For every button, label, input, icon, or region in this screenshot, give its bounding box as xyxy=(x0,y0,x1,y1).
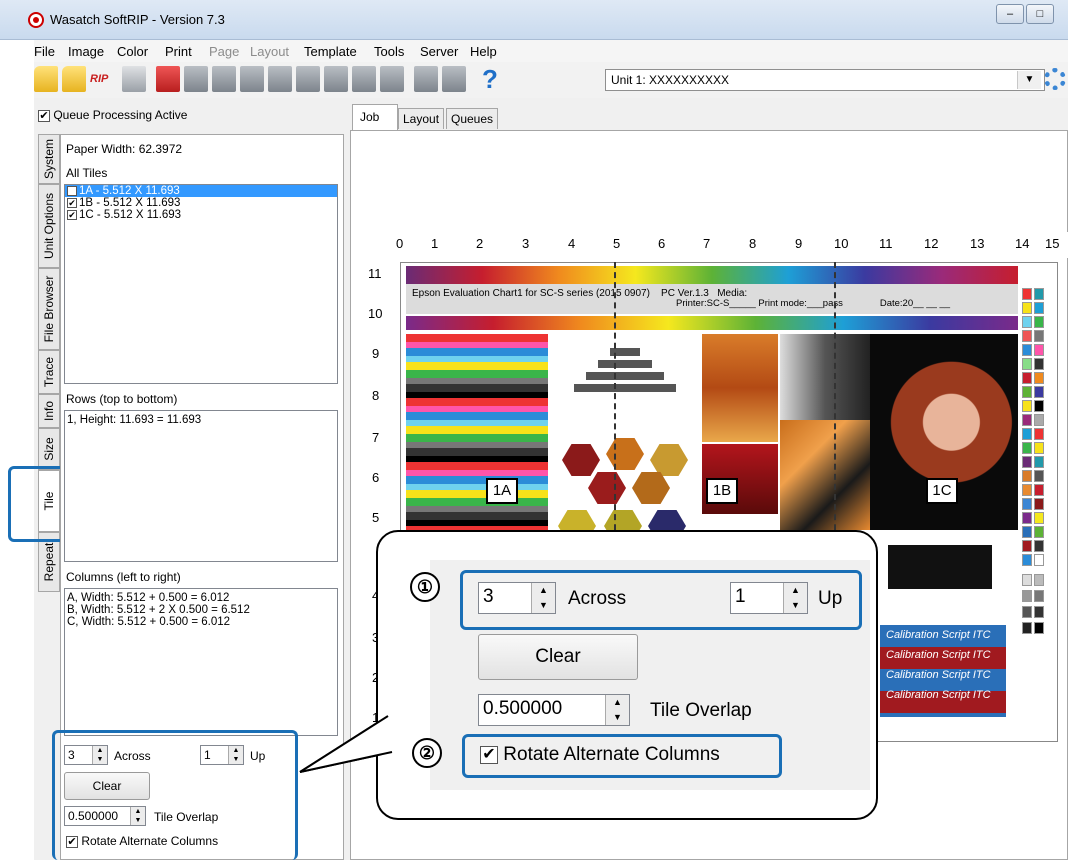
across-stepper-zoomed[interactable]: 3 ▲ ▼ xyxy=(478,582,556,614)
callout-marker-1: ① xyxy=(410,572,440,602)
crop-gray-icon[interactable] xyxy=(212,66,236,92)
tab-job[interactable]: Job xyxy=(352,104,398,130)
tile-overlap-stepper-zoomed[interactable]: 0.500000 ▲ ▼ xyxy=(478,694,630,726)
list-item[interactable]: A, Width: 5.512 + 0.500 = 6.012 xyxy=(65,589,337,604)
list-item[interactable]: C, Width: 5.512 + 0.500 = 6.012 xyxy=(65,616,337,628)
maximize-button[interactable]: □ xyxy=(1026,4,1054,24)
zoom-out-gray-icon[interactable] xyxy=(442,66,466,92)
tile-overlap-label-zoomed: Tile Overlap xyxy=(650,700,752,721)
window-title: Wasatch SoftRIP - Version 7.3 xyxy=(50,12,225,27)
callout-marker-2: ② xyxy=(412,738,442,768)
open-folder-icon[interactable] xyxy=(62,66,86,92)
tab-file-browser[interactable]: File Browser xyxy=(38,268,60,350)
tile-label-1a: 1A xyxy=(486,478,518,504)
rip-icon[interactable]: RIP xyxy=(90,66,118,92)
spin-arrows-icon[interactable]: ▲ ▼ xyxy=(605,695,629,725)
spin-arrows-icon[interactable]: ▲ ▼ xyxy=(783,583,807,613)
scale-gray-icon[interactable] xyxy=(268,66,292,92)
wasatch-logo-icon xyxy=(28,12,44,28)
up-label-zoomed: Up xyxy=(818,588,843,609)
spin-arrows-icon[interactable]: ▲ ▼ xyxy=(531,583,555,613)
script-text-sample: Calibration Script ITC Calibration Scrip… xyxy=(880,625,1006,717)
help-icon[interactable]: ? xyxy=(478,66,502,92)
list-item[interactable]: ✔ 1B - 5.512 X 11.693 xyxy=(65,197,337,209)
menu-color[interactable]: Color xyxy=(117,44,148,59)
up-value: 1 xyxy=(735,586,746,607)
rotate-alternate-checkbox-zoomed[interactable]: ✔ Rotate Alternate Columns xyxy=(480,744,720,766)
list-item[interactable]: ✔ 1C - 5.512 X 11.693 xyxy=(65,209,337,221)
tiles-list[interactable]: ✔ 1A - 5.512 X 11.693 ✔ 1B - 5.512 X 11.69… xyxy=(64,184,338,384)
square-gray-icon[interactable] xyxy=(324,66,348,92)
menu-page[interactable]: Page xyxy=(209,44,239,59)
rows-list[interactable]: 1, Height: 11.693 = 11.693 xyxy=(64,410,338,562)
checkbox-icon[interactable]: ✔ xyxy=(480,745,498,764)
clear-button-zoomed[interactable]: Clear xyxy=(478,634,638,680)
chart-header-fields: Printer:SC-S_____ Print mode:___pass Dat… xyxy=(676,298,951,309)
ruler-top: 0 1 2 3 4 5 6 7 8 9 10 11 12 13 14 15 xyxy=(382,232,1068,258)
list-item[interactable]: B, Width: 5.512 + 2 X 0.500 = 6.512 xyxy=(65,604,337,616)
settings-gear-icon[interactable] xyxy=(1044,68,1066,90)
layout-gray-icon[interactable] xyxy=(184,66,208,92)
tab-size[interactable]: Size xyxy=(38,428,60,470)
menu-file[interactable]: File xyxy=(34,44,55,59)
paper-width-label: Paper Width: 62.3972 xyxy=(66,142,183,156)
callout-pointer-fill xyxy=(299,715,396,773)
tab-layout[interactable]: Layout xyxy=(398,108,445,129)
checkbox-icon[interactable]: ✔ xyxy=(67,185,77,196)
tile-red-icon[interactable] xyxy=(156,66,180,92)
color-bars-image xyxy=(406,334,548,530)
menu-layout[interactable]: Layout xyxy=(250,44,289,59)
overlap-value: 0.500000 xyxy=(483,698,563,719)
tab-trace[interactable]: Trace xyxy=(38,350,60,394)
rainbow-strip xyxy=(406,266,1018,284)
tiger-photo xyxy=(780,420,870,530)
columns-label: Columns (left to right) xyxy=(66,570,181,584)
menu-template[interactable]: Template xyxy=(304,44,357,59)
menu-server[interactable]: Server xyxy=(420,44,458,59)
menu-tools[interactable]: Tools xyxy=(374,44,404,59)
menu-print[interactable]: Print xyxy=(165,44,192,59)
all-tiles-label: All Tiles xyxy=(66,166,108,180)
bw-portrait-photo xyxy=(780,334,870,420)
list-item[interactable]: 1, Height: 11.693 = 11.693 xyxy=(65,411,337,426)
chevron-down-icon[interactable]: ▼ xyxy=(1017,71,1041,89)
queue-processing-label: Queue Processing Active xyxy=(53,108,188,122)
copy-gray-icon[interactable] xyxy=(352,66,376,92)
tab-system[interactable]: System xyxy=(38,134,60,184)
across-value: 3 xyxy=(483,586,494,607)
checkbox-icon[interactable]: ✔ xyxy=(67,209,77,220)
pyramid-diagram-image xyxy=(548,334,702,542)
tab-unit-options[interactable]: Unit Options xyxy=(38,184,60,268)
rotate-alternate-label-zoomed: Rotate Alternate Columns xyxy=(503,744,720,765)
tile-controls-highlight xyxy=(52,730,298,860)
flower-bw-photo xyxy=(888,545,992,589)
color-swatch-column xyxy=(1018,284,1052,704)
menu-image[interactable]: Image xyxy=(68,44,104,59)
rainbow-strip xyxy=(406,316,1018,330)
open-folder-icon[interactable] xyxy=(34,66,58,92)
unit-select[interactable]: Unit 1: XXXXXXXXXX xyxy=(605,69,1045,91)
printer-icon[interactable] xyxy=(122,66,146,92)
queue-processing-checkbox[interactable]: ✔ Queue Processing Active xyxy=(38,108,187,122)
checkbox-icon[interactable]: ✔ xyxy=(38,109,50,122)
tile-label-1c: 1C xyxy=(926,478,958,504)
fruit-drink-photo xyxy=(702,334,778,442)
checkbox-icon[interactable]: ✔ xyxy=(67,197,77,208)
menu-bar: File Image Color Print Page Layout Templ… xyxy=(34,40,1068,62)
tab-info[interactable]: Info xyxy=(38,394,60,428)
rows-label: Rows (top to bottom) xyxy=(66,392,178,406)
across-label-zoomed: Across xyxy=(568,588,627,609)
delete-gray-icon[interactable] xyxy=(380,66,404,92)
minimize-button[interactable]: – xyxy=(996,4,1024,24)
up-stepper-zoomed[interactable]: 1 ▲ ▼ xyxy=(730,582,808,614)
mirror-gray-icon[interactable] xyxy=(240,66,264,92)
menu-help[interactable]: Help xyxy=(470,44,497,59)
square-gray-icon[interactable] xyxy=(296,66,320,92)
zoom-gray-icon[interactable] xyxy=(414,66,438,92)
tile-label-1b: 1B xyxy=(706,478,738,504)
tab-queues[interactable]: Queues xyxy=(446,108,499,129)
list-item[interactable]: ✔ 1A - 5.512 X 11.693 xyxy=(65,185,337,197)
